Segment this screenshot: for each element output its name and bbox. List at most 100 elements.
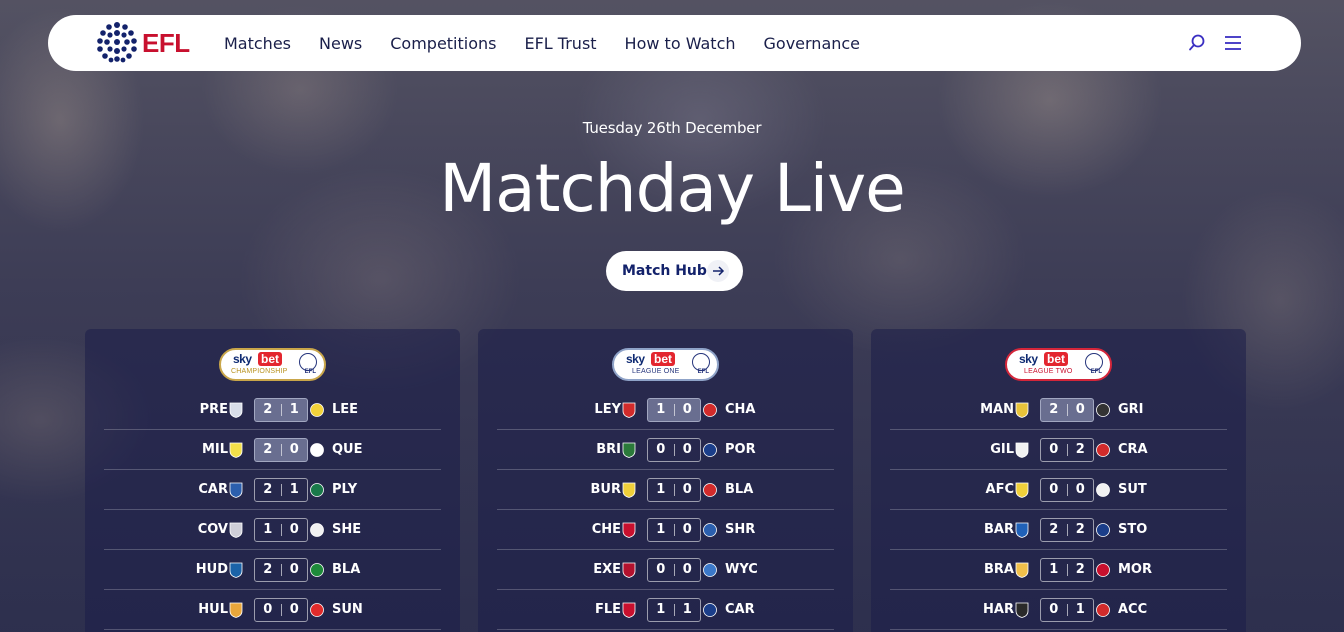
fixture-row[interactable]: FLE 1 1 CAR	[497, 590, 834, 630]
competition-name: LEAGUE ONE	[632, 368, 680, 375]
fixture-row[interactable]: EXE 0 0 WYC	[497, 550, 834, 590]
competition-badge[interactable]: sky bet CHAMPIONSHIP EFL	[219, 348, 326, 381]
fixture-row[interactable]: LEY 1 0 CHA	[497, 390, 834, 430]
home-team: CHE	[591, 522, 621, 537]
away-score: 2	[1075, 562, 1085, 577]
championship-card: sky bet CHAMPIONSHIP EFL PRE 2 1 LEE MIL 2 0 QUE CAR…	[85, 329, 460, 632]
away-team: BLA	[332, 562, 361, 577]
away-team: SUT	[1118, 482, 1147, 497]
away-team: SHR	[725, 522, 756, 537]
away-team: LEE	[332, 402, 359, 417]
home-score: 2	[263, 482, 273, 497]
home-team: HAR	[983, 602, 1014, 617]
fixture-row[interactable]: BRI 0 0 POR	[497, 430, 834, 470]
score-box: 11	[647, 598, 701, 622]
away-team: MOR	[1118, 562, 1152, 577]
home-crest-icon	[229, 442, 243, 458]
home-crest-icon	[229, 562, 243, 578]
home-team: HUD	[195, 562, 228, 577]
score-box: 10	[647, 518, 701, 542]
fixture-row[interactable]: MAN 2 0 GRI	[890, 390, 1227, 430]
away-crest-icon	[703, 523, 717, 537]
fixture-row[interactable]: PRE 2 1 LEE	[104, 390, 441, 430]
home-crest-icon	[622, 482, 636, 498]
page-title: Matchday Live	[439, 150, 906, 227]
home-score: 2	[1049, 522, 1059, 537]
menu-icon[interactable]	[1223, 33, 1243, 53]
away-score: 0	[682, 402, 692, 417]
home-crest-icon	[622, 522, 636, 538]
score-box: 10	[647, 398, 701, 422]
score-box: 21	[254, 478, 308, 502]
nav-link-governance[interactable]: Governance	[764, 34, 861, 53]
home-crest-icon	[622, 402, 636, 418]
away-team: ACC	[1118, 602, 1148, 617]
competition-badge[interactable]: sky bet LEAGUE ONE EFL	[612, 348, 719, 381]
nav-link-efl-trust[interactable]: EFL Trust	[524, 34, 596, 53]
home-crest-icon	[1015, 562, 1029, 578]
away-score: 0	[1075, 482, 1085, 497]
away-crest-icon	[310, 403, 324, 417]
score-box: 00	[647, 438, 701, 462]
nav-link-competitions[interactable]: Competitions	[390, 34, 496, 53]
home-crest-icon	[622, 602, 636, 618]
match-hub-button[interactable]: Match Hub	[606, 251, 743, 291]
home-team: GIL	[990, 442, 1014, 457]
fixtures-list: LEY 1 0 CHA BRI 0 0 POR BUR 1 0 BLA CHE 1 0 SHR EXE 0 0 WYC…	[497, 390, 834, 630]
fixture-row[interactable]: HUL 0 0 SUN	[104, 590, 441, 630]
score-box: 12	[1040, 558, 1094, 582]
arrow-right-icon	[707, 260, 729, 282]
search-icon[interactable]	[1187, 33, 1207, 53]
fixture-row[interactable]: BUR 1 0 BLA	[497, 470, 834, 510]
home-score: 1	[1049, 562, 1059, 577]
efl-logo[interactable]: EFL	[94, 20, 190, 66]
nav-link-how-to-watch[interactable]: How to Watch	[625, 34, 736, 53]
home-crest-icon	[229, 522, 243, 538]
away-crest-icon	[310, 563, 324, 577]
away-crest-icon	[1096, 443, 1110, 457]
away-score: 2	[1075, 522, 1085, 537]
home-team: MIL	[201, 442, 228, 457]
home-score: 2	[263, 402, 273, 417]
away-crest-icon	[703, 443, 717, 457]
fixture-row[interactable]: BRA 1 2 MOR	[890, 550, 1227, 590]
away-score: 2	[1075, 442, 1085, 457]
home-score: 2	[263, 442, 273, 457]
home-score: 0	[263, 602, 273, 617]
fixture-row[interactable]: HUD 2 0 BLA	[104, 550, 441, 590]
badge-efl-text: EFL	[697, 369, 709, 375]
fixture-row[interactable]: MIL 2 0 QUE	[104, 430, 441, 470]
score-box: 21	[254, 398, 308, 422]
home-score: 0	[1049, 442, 1059, 457]
fixture-row[interactable]: CAR 2 1 PLY	[104, 470, 441, 510]
score-box: 22	[1040, 518, 1094, 542]
home-crest-icon	[229, 402, 243, 418]
fixture-row[interactable]: BAR 2 2 STO	[890, 510, 1227, 550]
home-score: 0	[1049, 602, 1059, 617]
away-crest-icon	[703, 403, 717, 417]
fixture-row[interactable]: COV 1 0 SHE	[104, 510, 441, 550]
efl-logo-text: EFL	[142, 27, 190, 58]
fixtures-list: PRE 2 1 LEE MIL 2 0 QUE CAR 2 1 PLY COV 1 0 SHE HUD 2 0 BLA…	[104, 390, 441, 630]
home-crest-icon	[1015, 482, 1029, 498]
away-team: BLA	[725, 482, 754, 497]
home-team: PRE	[199, 402, 228, 417]
away-team: CHA	[725, 402, 756, 417]
competition-badge[interactable]: sky bet LEAGUE TWO EFL	[1005, 348, 1112, 381]
home-score: 1	[656, 522, 666, 537]
nav-links: Matches News Competitions EFL Trust How …	[224, 15, 888, 71]
fixture-row[interactable]: AFC 0 0 SUT	[890, 470, 1227, 510]
nav-link-matches[interactable]: Matches	[224, 34, 291, 53]
home-crest-icon	[1015, 402, 1029, 418]
match-hub-label: Match Hub	[622, 263, 707, 279]
fixture-row[interactable]: GIL 0 2 CRA	[890, 430, 1227, 470]
fixture-row[interactable]: CHE 1 0 SHR	[497, 510, 834, 550]
away-score: 0	[682, 482, 692, 497]
away-crest-icon	[1096, 523, 1110, 537]
fixture-row[interactable]: HAR 0 1 ACC	[890, 590, 1227, 630]
away-score: 1	[682, 602, 692, 617]
nav-link-news[interactable]: News	[319, 34, 362, 53]
score-box: 00	[254, 598, 308, 622]
away-team: CRA	[1118, 442, 1148, 457]
home-team: HUL	[198, 602, 228, 617]
